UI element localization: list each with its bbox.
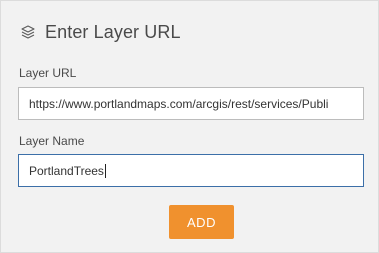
text-caret: [104, 163, 106, 178]
layer-name-value: PortlandTrees: [29, 163, 104, 178]
layers-icon: [19, 23, 37, 41]
panel-header: Enter Layer URL: [19, 19, 181, 45]
layer-url-input[interactable]: https://www.portlandmaps.com/arcgis/rest…: [18, 87, 364, 120]
layer-url-label: Layer URL: [19, 66, 77, 80]
layer-url-value: https://www.portlandmaps.com/arcgis/rest…: [29, 96, 329, 111]
panel-title: Enter Layer URL: [45, 21, 181, 42]
add-layer-panel: Enter Layer URL Layer URL https://www.po…: [0, 0, 379, 253]
layer-name-label: Layer Name: [19, 134, 85, 148]
add-button[interactable]: ADD: [169, 205, 234, 239]
layer-name-input[interactable]: PortlandTrees: [18, 154, 364, 187]
